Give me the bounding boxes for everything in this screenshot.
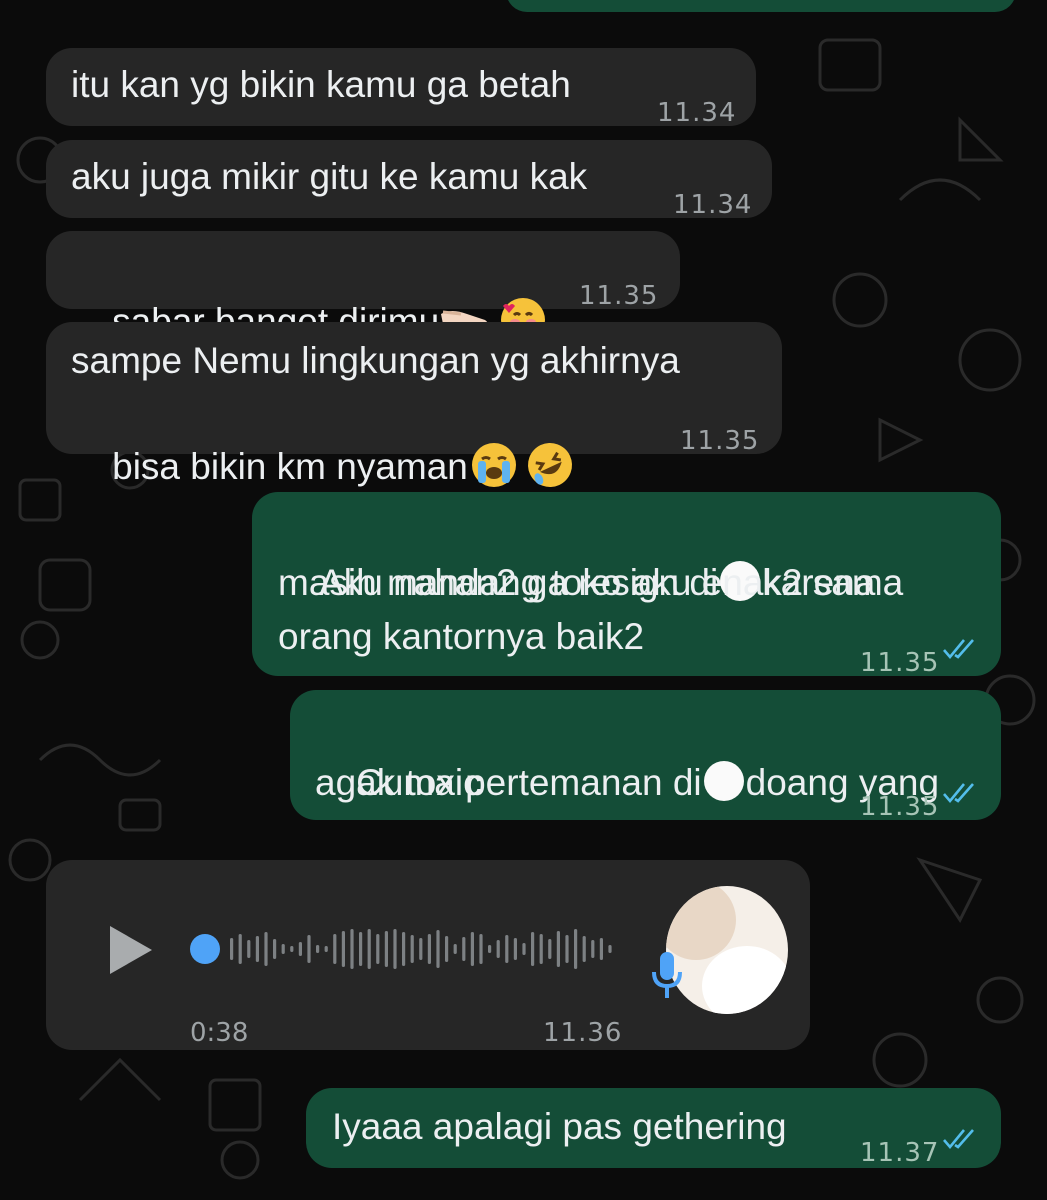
message-bubble-incoming[interactable]: itu kan yg bikin kamu ga betah 11.34 [46, 48, 756, 128]
waveform-bar [531, 932, 535, 966]
waveform-bar [505, 935, 509, 963]
message-text-line-3: orang kantornya baik2 [278, 616, 645, 657]
waveform-bar [273, 939, 277, 959]
message-bubble-incoming[interactable]: sampe Nemu lingkungan yg akhirnya bisa b… [46, 322, 782, 495]
message-time: 11.35 [860, 648, 940, 678]
waveform-bar [427, 934, 431, 964]
message-text-line-2: agak toxic [315, 762, 482, 803]
waveform-bar [591, 940, 595, 958]
message-time: 11.35 [579, 281, 659, 311]
waveform-bar [324, 946, 328, 952]
waveform-bar [367, 929, 371, 969]
message-bubble-incoming[interactable]: sabar banget dirimu 11.35 [46, 231, 680, 342]
waveform-bar [238, 934, 242, 964]
waveform-bar [350, 929, 354, 969]
redacted-mark [703, 761, 744, 801]
waveform-bar [539, 934, 543, 964]
message-bubble-outgoing[interactable] [506, 0, 1016, 12]
play-icon[interactable] [108, 924, 156, 976]
waveform-bar [376, 934, 380, 964]
message-text-line-2: bisa bikin km nyaman [112, 446, 468, 487]
waveform-bar [522, 943, 526, 955]
message-bubble-outgoing[interactable]: Aku nahan2 ga resign di karena masih mand… [252, 492, 1001, 678]
message-text-line-2: masih mandang toko aku enak2 sama [278, 562, 904, 603]
waveform-bar [574, 929, 578, 969]
message-time: 11.35 [680, 426, 760, 456]
rolling-on-floor-laughing-emoji [520, 435, 580, 495]
message-bubble-outgoing[interactable]: Cuma pertemanan di doang yang agak toxic … [290, 690, 1001, 822]
message-text: aku juga mikir gitu ke kamu kak [71, 156, 588, 197]
waveform-bar [298, 942, 302, 956]
waveform-bar [599, 938, 603, 960]
microphone-icon [652, 952, 682, 998]
voice-waveform[interactable] [224, 914, 624, 984]
waveform-bar [419, 938, 423, 960]
message-text: itu kan yg bikin kamu ga betah [71, 64, 571, 105]
waveform-bar [307, 935, 311, 963]
waveform-bar [556, 931, 560, 967]
read-receipt-icon [943, 783, 974, 804]
waveform-bar [255, 936, 259, 962]
waveform-bar [333, 934, 337, 964]
waveform-bar [264, 932, 268, 966]
voice-duration: 0:38 [190, 1018, 249, 1048]
message-time: 11.36 [543, 1018, 623, 1048]
read-receipt-icon [943, 639, 974, 660]
message-time: 11.35 [860, 792, 940, 822]
message-time: 11.34 [673, 190, 753, 220]
waveform-bar [462, 937, 466, 961]
sender-avatar [666, 886, 788, 1014]
waveform-bar [496, 940, 500, 958]
waveform-bar [230, 938, 234, 960]
waveform-bar [548, 939, 552, 959]
waveform-bar [247, 940, 251, 958]
waveform-bar [470, 932, 474, 966]
waveform-bar [445, 936, 449, 962]
waveform-bar [488, 945, 492, 953]
waveform-bar [479, 934, 483, 964]
waveform-bar [453, 944, 457, 954]
read-receipt-icon [943, 1129, 974, 1150]
loudly-crying-face-emoji [471, 443, 516, 487]
message-text-line-1: sampe Nemu lingkungan yg akhirnya [71, 340, 680, 381]
waveform-bar [290, 946, 294, 952]
message-time: 11.37 [860, 1138, 940, 1168]
waveform-bar [436, 930, 440, 968]
waveform-bar [565, 935, 569, 963]
waveform-bar [341, 931, 345, 967]
message-time: 11.34 [657, 98, 737, 128]
voice-note-bubble[interactable]: 0:38 11.36 [46, 860, 810, 1050]
waveform-bar [281, 944, 285, 954]
message-bubble-incoming[interactable]: aku juga mikir gitu ke kamu kak 11.34 [46, 140, 772, 220]
waveform-bar [608, 945, 612, 953]
waveform-bar [393, 929, 397, 969]
waveform-bar [410, 935, 414, 963]
waveform-bar [582, 936, 586, 962]
waveform-bar [359, 932, 363, 966]
waveform-bar [402, 932, 406, 966]
message-bubble-outgoing[interactable]: Iyaaa apalagi pas gethering 11.37 [306, 1088, 1001, 1168]
waveform-bar [513, 938, 517, 960]
waveform-bar [384, 931, 388, 967]
waveform-bar [316, 945, 320, 953]
voice-progress-dot[interactable] [190, 934, 220, 964]
message-text: Iyaaa apalagi pas gethering [332, 1106, 787, 1147]
